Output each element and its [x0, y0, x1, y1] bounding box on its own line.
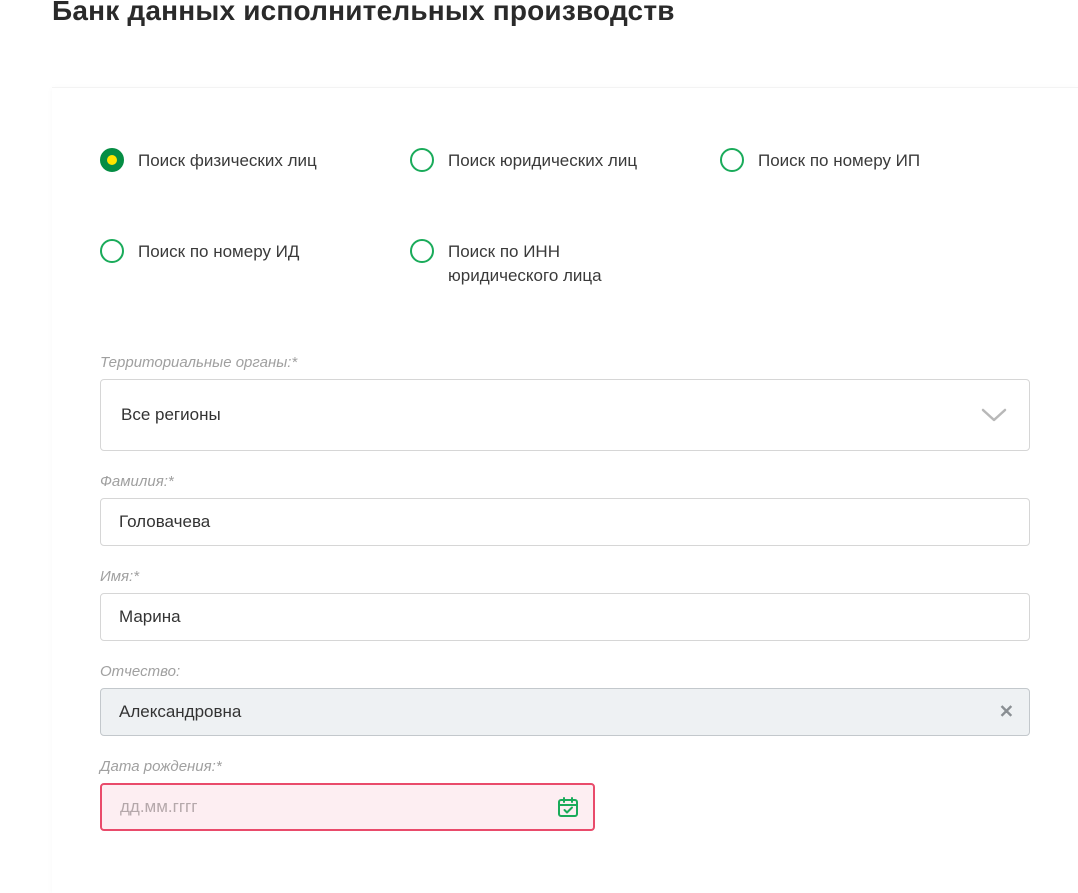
birthdate-input[interactable] [100, 783, 595, 831]
firstname-group: Имя:* [100, 568, 1030, 641]
region-select[interactable]: Все регионы [100, 379, 1030, 451]
region-label: Территориальные органы:* [100, 354, 1030, 371]
radio-label: Поиск по номеру ИД [138, 239, 299, 265]
middlename-input[interactable] [100, 688, 1030, 736]
radio-circle-icon [410, 239, 434, 263]
firstname-label: Имя:* [100, 568, 1030, 585]
region-group: Территориальные органы:* Все регионы [100, 354, 1030, 451]
birthdate-label: Дата рождения:* [100, 758, 1030, 775]
calendar-icon[interactable] [557, 796, 579, 818]
radio-label: Поиск по номеру ИП [758, 148, 920, 174]
chevron-down-icon [981, 407, 1007, 423]
radio-ip-number[interactable]: Поиск по номеру ИП [720, 148, 1000, 174]
radio-legal-entities[interactable]: Поиск юридических лиц [410, 148, 720, 174]
radio-circle-icon [100, 148, 124, 172]
radio-circle-icon [100, 239, 124, 263]
radio-inn-legal[interactable]: Поиск по ИНН юридического лица [410, 239, 670, 289]
page-title: Банк данных исполнительных производств [0, 0, 1078, 27]
radio-group: Поиск физических лиц Поиск юридических л… [100, 148, 1030, 354]
middlename-group: Отчество: ✕ [100, 663, 1030, 736]
lastname-group: Фамилия:* [100, 473, 1030, 546]
lastname-label: Фамилия:* [100, 473, 1030, 490]
radio-circle-icon [410, 148, 434, 172]
radio-circle-icon [720, 148, 744, 172]
firstname-input[interactable] [100, 593, 1030, 641]
clear-icon[interactable]: ✕ [999, 701, 1014, 722]
radio-id-number[interactable]: Поиск по номеру ИД [100, 239, 410, 289]
search-card: Поиск физических лиц Поиск юридических л… [52, 87, 1078, 893]
radio-label: Поиск по ИНН юридического лица [448, 239, 670, 289]
region-value: Все регионы [121, 405, 221, 425]
radio-individuals[interactable]: Поиск физических лиц [100, 148, 410, 174]
lastname-input[interactable] [100, 498, 1030, 546]
middlename-label: Отчество: [100, 663, 1030, 680]
birthdate-group: Дата рождения:* [100, 758, 1030, 831]
radio-label: Поиск юридических лиц [448, 148, 637, 174]
radio-label: Поиск физических лиц [138, 148, 317, 174]
